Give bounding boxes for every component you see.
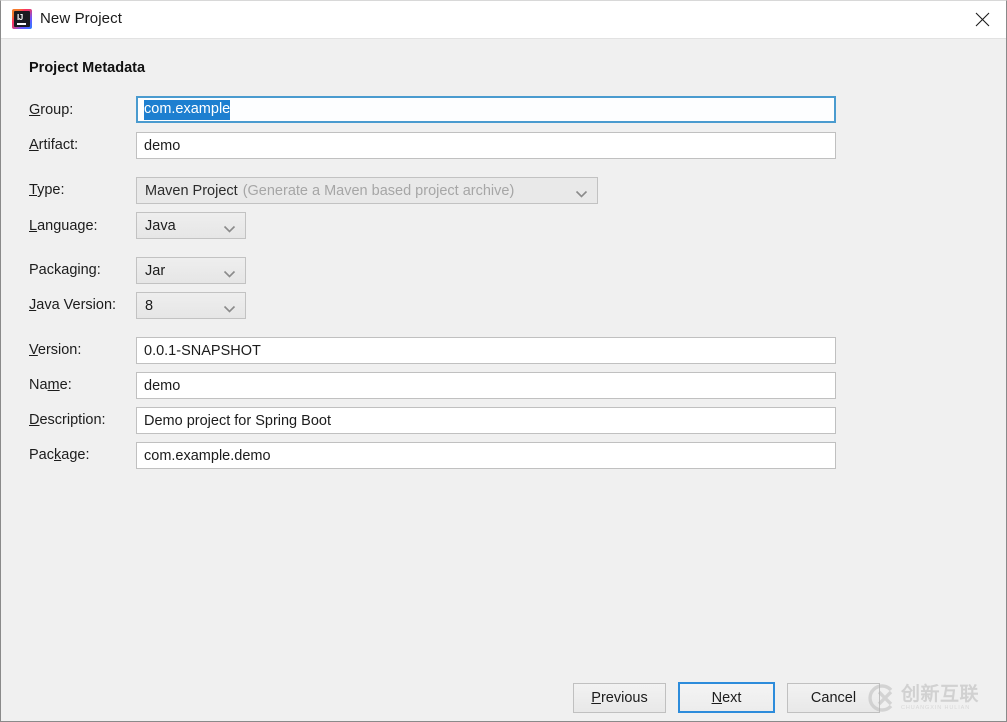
dialog-body: Project Metadata Group: com.example Arti…: [1, 40, 1006, 721]
package-input-value: com.example.demo: [144, 447, 271, 464]
next-button-label: Next: [711, 689, 742, 706]
language-select-value: Java: [145, 217, 176, 234]
previous-button-label: Previous: [591, 690, 648, 706]
name-label: Name:: [29, 377, 72, 393]
language-label: Language:: [29, 218, 98, 234]
title-bar: IJ New Project: [1, 1, 1006, 39]
close-button[interactable]: [959, 1, 1006, 38]
chevron-down-icon: [223, 301, 236, 313]
artifact-input-value: demo: [144, 137, 181, 154]
close-icon: [975, 12, 990, 27]
cancel-button[interactable]: Cancel: [787, 683, 880, 713]
type-select-hint: (Generate a Maven based project archive): [242, 182, 515, 199]
type-label: Type:: [29, 182, 65, 198]
page-title: Project Metadata: [29, 60, 146, 76]
java-version-label: Java Version:: [29, 297, 117, 313]
next-button[interactable]: Next: [678, 682, 775, 713]
name-input-value: demo: [144, 377, 181, 394]
new-project-dialog: IJ New Project Project Metadata Group: c…: [0, 0, 1007, 722]
java-version-select-value: 8: [145, 297, 154, 314]
packaging-select-value: Jar: [145, 262, 166, 279]
chevron-down-icon: [223, 266, 236, 278]
group-input-value: com.example: [144, 99, 231, 120]
description-input[interactable]: Demo project for Spring Boot: [136, 407, 836, 434]
package-label: Package:: [29, 447, 90, 463]
version-label: Version:: [29, 342, 82, 358]
cancel-button-label: Cancel: [810, 690, 857, 706]
group-label: Group:: [29, 102, 74, 118]
language-select[interactable]: Java: [136, 212, 246, 239]
package-input[interactable]: com.example.demo: [136, 442, 836, 469]
packaging-label: Packaging:: [29, 262, 101, 278]
description-input-value: Demo project for Spring Boot: [144, 412, 331, 429]
artifact-input[interactable]: demo: [136, 132, 836, 159]
chevron-down-icon: [223, 221, 236, 233]
type-select-value: Maven Project: [145, 182, 238, 199]
intellij-idea-icon: IJ: [12, 9, 32, 29]
packaging-select[interactable]: Jar: [136, 257, 246, 284]
version-input[interactable]: 0.0.1-SNAPSHOT: [136, 337, 836, 364]
version-input-value: 0.0.1-SNAPSHOT: [144, 342, 261, 359]
chevron-down-icon: [575, 186, 588, 198]
description-label: Description:: [29, 412, 106, 428]
name-input[interactable]: demo: [136, 372, 836, 399]
java-version-select[interactable]: 8: [136, 292, 246, 319]
group-input[interactable]: com.example: [136, 96, 836, 123]
artifact-label: Artifact:: [29, 137, 79, 153]
window-title: New Project: [40, 10, 122, 27]
previous-button[interactable]: Previous: [573, 683, 666, 713]
type-select[interactable]: Maven Project (Generate a Maven based pr…: [136, 177, 598, 204]
